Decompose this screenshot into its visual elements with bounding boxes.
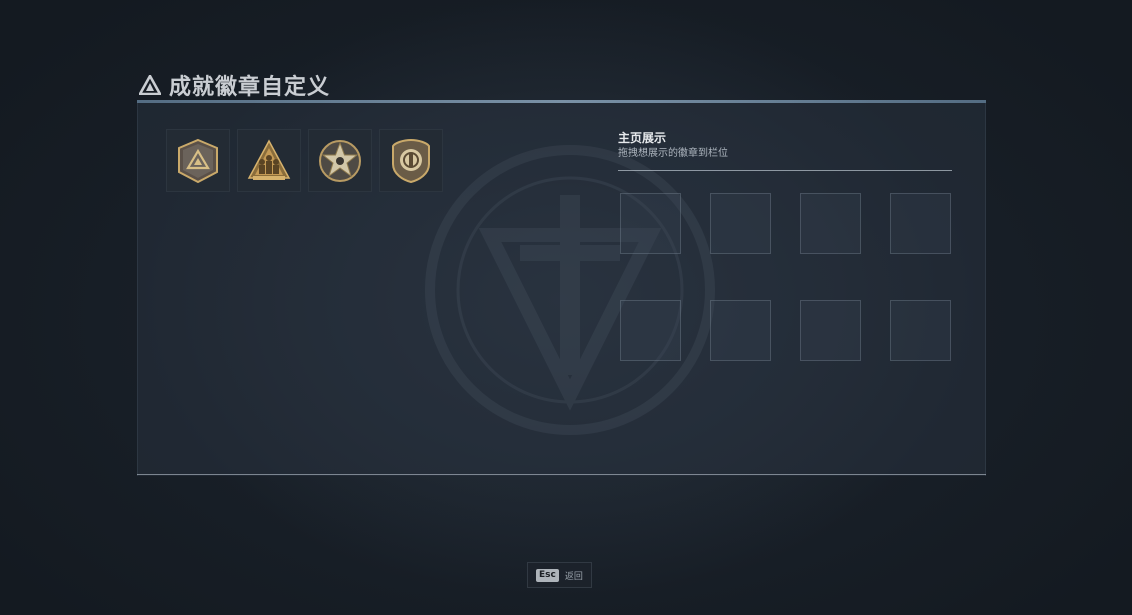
showcase-slot-7[interactable]	[800, 300, 861, 361]
showcase-slot-3[interactable]	[800, 193, 861, 254]
back-label: 返回	[564, 571, 583, 582]
emblem-shield-icon	[392, 138, 430, 183]
back-button[interactable]: Esc 返回	[527, 562, 592, 588]
showcase-divider	[618, 170, 952, 171]
emblem-shield-badge[interactable]	[379, 129, 443, 192]
showcase-slot-1[interactable]	[620, 193, 681, 254]
showcase-slot-grid	[620, 193, 951, 361]
badge-list	[166, 129, 443, 192]
star-medal-badge[interactable]	[308, 129, 372, 192]
showcase-slot-8[interactable]	[890, 300, 951, 361]
showcase-header: 主页展示 拖拽想展示的徽章到栏位	[618, 131, 952, 161]
delta-shield-badge[interactable]	[166, 129, 230, 192]
esc-key-icon: Esc	[536, 568, 559, 582]
showcase-slot-6[interactable]	[710, 300, 771, 361]
delta-shield-icon	[178, 138, 218, 183]
squad-pyramid-icon	[247, 138, 291, 180]
squad-pyramid-badge[interactable]	[237, 129, 301, 192]
showcase-slot-5[interactable]	[620, 300, 681, 361]
triangle-emblem-icon	[139, 75, 161, 95]
page-header: 成就徽章自定义	[139, 70, 330, 100]
showcase-slot-2[interactable]	[710, 193, 771, 254]
page-title: 成就徽章自定义	[169, 75, 331, 100]
showcase-title: 主页展示	[618, 131, 667, 145]
panel-bottom-divider	[137, 474, 986, 475]
showcase-slot-4[interactable]	[890, 193, 951, 254]
showcase-hint: 拖拽想展示的徽章到栏位	[618, 148, 728, 159]
star-medal-icon	[319, 139, 361, 182]
